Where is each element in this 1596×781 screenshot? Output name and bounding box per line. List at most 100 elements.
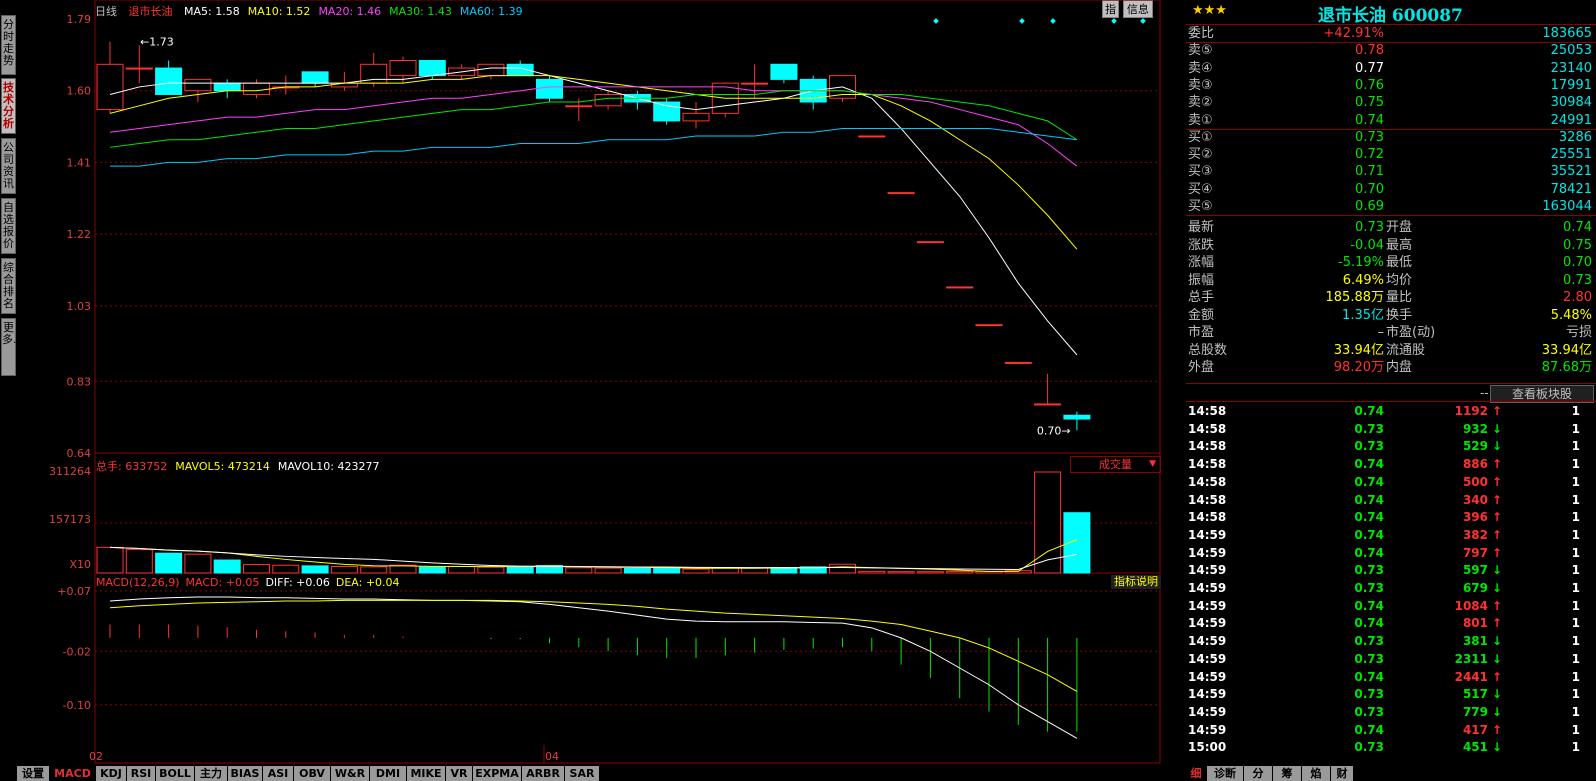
indicator-tab-主力[interactable]: 主力 (195, 766, 228, 781)
volume-bar (946, 570, 974, 574)
quote-panel: ★★★ 退市长油 600087 委比 +42.91% 183665 卖⑤ 0.78 250… (1186, 0, 1596, 781)
volume-tick-label: 311264 (49, 465, 91, 478)
stat-label: 最低 (1386, 255, 1413, 270)
stat-value: 0.74 (1563, 220, 1592, 235)
left-tab-3[interactable]: 自选报价 (1, 198, 16, 254)
event-marker[interactable] (1111, 18, 1117, 24)
indicator-tab-asi[interactable]: ASI (263, 766, 294, 781)
event-marker[interactable] (1140, 18, 1146, 24)
order-book-row: 买④ 0.70 78421 (1186, 181, 1596, 198)
indicator-tab-mike[interactable]: MIKE (407, 766, 446, 781)
candle-body (213, 82, 241, 92)
indicator-tab-sar[interactable]: SAR (565, 766, 600, 781)
left-tab-0[interactable]: 分时走势 (1, 15, 16, 75)
tick-time: 14:59 (1188, 704, 1227, 719)
left-tab-2[interactable]: 公司资讯 (1, 138, 16, 194)
tick-row: 14:59 0.74 417 ↑ 1 (1186, 722, 1596, 740)
quote-tab-4[interactable]: 焰 (1302, 766, 1331, 781)
order-label: 委比 (1188, 26, 1215, 41)
chart-svg[interactable]: 1.79 1.60 1.41 1.22 1.03 0.83 0.64 ←1.73 0.70→ 31… (17, 0, 1182, 766)
arrow-down-icon: ↓ (1491, 651, 1502, 666)
indicator-tabs: 设置 MACD KDJ RSI BOLL 主力 BIAS ASI OBV W&R DMI MIKE VR… (17, 766, 1199, 781)
stat-label: 涨跌 (1188, 237, 1215, 253)
event-marker[interactable] (1019, 18, 1025, 24)
tick-row: 14:58 0.73 529 ↓ 1 (1186, 438, 1596, 456)
indicator-tab-bias[interactable]: BIAS (228, 766, 263, 781)
tick-scrollbar[interactable] (1578, 404, 1592, 764)
indicator-tab-expma[interactable]: EXPMA (473, 766, 522, 781)
candle-body (594, 93, 622, 107)
quote-tab-0[interactable]: 细 (1186, 766, 1207, 781)
quote-tab-1[interactable]: 诊断 (1207, 766, 1244, 781)
stat-label: 换手 (1386, 307, 1413, 323)
indicator-tab-boll[interactable]: BOLL (156, 766, 195, 781)
left-vertical-tabs: 分时走势技术分析公司资讯自选报价综合排名更多... (0, 0, 24, 781)
event-marker[interactable] (933, 18, 939, 24)
indicator-tab-设置[interactable]: 设置 (17, 766, 50, 781)
left-tab-4[interactable]: 综合排名 (1, 258, 16, 314)
stat-label: 最新 (1188, 220, 1215, 235)
stat-label: 均价 (1386, 272, 1413, 288)
order-book-row: 委比 +42.91% 183665 (1186, 25, 1596, 43)
stat-row: 振幅 6.49% 均价 0.73 (1186, 272, 1596, 289)
stat-value: – (1377, 325, 1385, 340)
tick-price: 0.74 (1354, 545, 1384, 560)
order-label: 买④ (1188, 181, 1213, 197)
candle-body (1063, 414, 1091, 420)
stat-label: 市盈(动) (1386, 325, 1436, 340)
arrow-up-icon: ↑ (1491, 527, 1502, 542)
stat-label: 金额 (1188, 307, 1215, 323)
stat-label: 内盘 (1386, 360, 1413, 375)
volume-bar (858, 570, 886, 574)
stat-label: 振幅 (1188, 272, 1215, 288)
volume-bar (360, 566, 388, 574)
indicator-tab-obv[interactable]: OBV (294, 766, 331, 781)
date-label: 04 (545, 750, 559, 763)
tick-volume: 597 (1462, 563, 1488, 578)
order-label: 卖② (1188, 95, 1213, 111)
ma-line-ma60 (110, 127, 1077, 167)
tick-price: 0.73 (1354, 704, 1384, 719)
event-marker[interactable] (1050, 18, 1056, 24)
indicator-tab-arbr[interactable]: ARBR (522, 766, 565, 781)
tick-time: 14:59 (1188, 527, 1227, 542)
macd-legend-item: MACD: +0.05 (185, 576, 260, 589)
tick-price: 0.74 (1354, 492, 1384, 507)
volume-bar (653, 566, 681, 574)
volume-bar (741, 567, 769, 574)
stat-label: 开盘 (1386, 220, 1413, 235)
indicator-tab-dmi[interactable]: DMI (370, 766, 407, 781)
volume-selector-label: 成交量 (1099, 458, 1132, 471)
candle-body (565, 105, 593, 108)
tick-volume: 2441 (1454, 669, 1488, 684)
left-tab-5[interactable]: 更多... (1, 318, 24, 376)
quote-tab-2[interactable]: 分 (1244, 766, 1273, 781)
tick-price: 0.74 (1354, 598, 1384, 613)
order-book-row: 卖① 0.74 24991 (1186, 112, 1596, 130)
price-tick-label: 1.60 (67, 85, 92, 98)
candle-body (389, 60, 417, 77)
candle-body (330, 82, 358, 88)
indicator-tab-rsi[interactable]: RSI (127, 766, 156, 781)
volume-bar (125, 549, 153, 574)
arrow-down-icon: ↓ (1491, 740, 1502, 755)
volume-bar (887, 571, 915, 574)
indicator-help-button[interactable]: 指标说明 (1111, 575, 1161, 589)
order-price: 0.78 (1355, 43, 1384, 59)
volume-bar (330, 566, 358, 574)
order-book-row: 卖⑤ 0.78 25053 (1186, 42, 1596, 59)
indicator-tab-vr[interactable]: VR (446, 766, 473, 781)
indicator-tab-kdj[interactable]: KDJ (96, 766, 127, 781)
tick-price: 0.73 (1354, 563, 1384, 578)
quote-tab-5[interactable]: 财 (1331, 766, 1354, 781)
left-tab-1[interactable]: 技术分析 (1, 78, 16, 134)
price-tick-label: 1.22 (67, 228, 92, 241)
volume-selector[interactable]: 成交量 ▼ (1070, 456, 1161, 473)
stat-label: 市盈 (1188, 325, 1215, 340)
macd-tick-label: -0.10 (63, 699, 91, 712)
stat-value: 87.68万 (1541, 360, 1592, 375)
indicator-tab-w&r[interactable]: W&R (331, 766, 370, 781)
quote-tab-3[interactable]: 筹 (1273, 766, 1302, 781)
kline-chart-panel[interactable]: 日线 退市长油 MA5: 1.58 MA10: 1.52 MA20: 1.46 MA3… (17, 0, 1199, 781)
indicator-tab-macd[interactable]: MACD (50, 766, 96, 781)
